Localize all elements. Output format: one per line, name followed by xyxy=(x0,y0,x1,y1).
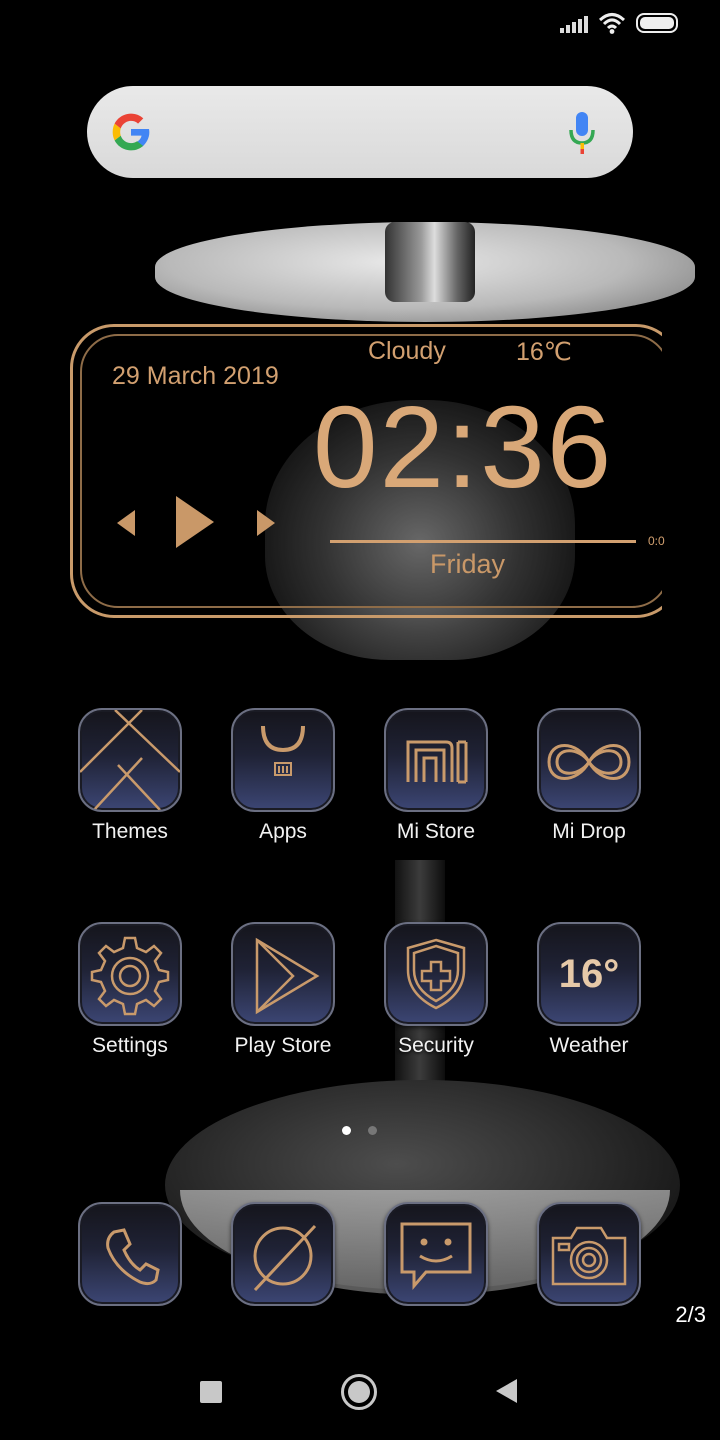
widget-date: 29 March 2019 xyxy=(112,362,279,390)
weather-icon: 16° xyxy=(537,922,641,1026)
app-label: Security xyxy=(398,1034,474,1057)
page-counter: 2/3 xyxy=(675,1302,706,1327)
gear-icon xyxy=(78,922,182,1026)
browser-icon xyxy=(231,1202,335,1306)
back-button[interactable] xyxy=(496,1379,517,1403)
dock-messaging[interactable] xyxy=(361,1202,511,1306)
media-progress-label: 0:0 xyxy=(648,534,665,548)
app-settings[interactable]: Settings xyxy=(55,922,205,1058)
themes-icon xyxy=(78,708,182,812)
mic-icon[interactable] xyxy=(567,110,597,156)
next-track-icon[interactable] xyxy=(255,508,277,538)
widget-day: Friday xyxy=(430,549,506,579)
apps-icon xyxy=(231,708,335,812)
app-label: Weather xyxy=(549,1034,629,1057)
dock-camera[interactable] xyxy=(514,1202,664,1306)
mi-drop-icon xyxy=(537,708,641,812)
previous-track-icon[interactable] xyxy=(115,508,137,538)
play-icon[interactable] xyxy=(174,494,216,550)
app-weather[interactable]: 16° Weather xyxy=(514,922,664,1058)
dock-phone[interactable] xyxy=(55,1202,205,1306)
widget-temperature: 16℃ xyxy=(516,338,572,366)
google-logo-icon[interactable] xyxy=(109,110,153,154)
app-label: Apps xyxy=(259,820,307,843)
google-search-bar[interactable] xyxy=(87,86,633,178)
camera-icon xyxy=(537,1202,641,1306)
app-label: Themes xyxy=(92,820,168,843)
phone-icon xyxy=(78,1202,182,1306)
lamp-neck xyxy=(385,222,475,302)
weather-icon-temperature: 16° xyxy=(558,951,620,996)
wifi-icon xyxy=(598,13,626,34)
messaging-icon xyxy=(384,1202,488,1306)
shield-icon xyxy=(384,922,488,1026)
app-mi-drop[interactable]: Mi Drop xyxy=(514,708,664,844)
app-label: Mi Drop xyxy=(552,820,626,843)
home-button[interactable] xyxy=(341,1374,377,1410)
signal-icon xyxy=(560,13,588,33)
dock-browser[interactable] xyxy=(208,1202,358,1306)
recent-apps-button[interactable] xyxy=(200,1381,222,1403)
app-play-store[interactable]: Play Store xyxy=(208,922,358,1058)
app-themes[interactable]: Themes xyxy=(55,708,205,844)
widget-time[interactable]: 02:36 xyxy=(313,380,613,514)
app-label: Settings xyxy=(92,1034,168,1057)
media-progress-bar[interactable] xyxy=(330,540,636,543)
app-security[interactable]: Security xyxy=(361,922,511,1058)
status-bar xyxy=(0,0,720,46)
app-apps[interactable]: Apps xyxy=(208,708,358,844)
app-mi-store[interactable]: Mi Store xyxy=(361,708,511,844)
widget-weather-condition: Cloudy xyxy=(368,337,446,365)
app-label: Play Store xyxy=(234,1034,332,1057)
page-indicator-dot[interactable] xyxy=(368,1126,377,1135)
app-label: Mi Store xyxy=(396,820,476,843)
mi-store-icon xyxy=(384,708,488,812)
page-indicator-dot-active[interactable] xyxy=(342,1126,351,1135)
navigation-bar xyxy=(0,1344,720,1440)
battery-icon xyxy=(636,13,678,33)
play-store-icon xyxy=(231,922,335,1026)
